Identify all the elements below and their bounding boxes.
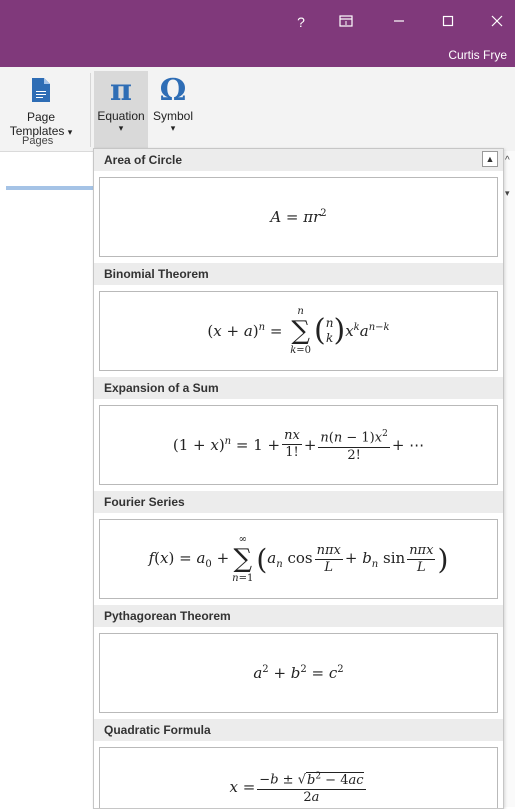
gallery-scroll-up-button[interactable]: ▲ (482, 151, 498, 167)
equation-fourier-series[interactable]: f(x) = a0 + ∞ ∑ n=1 ( an cos nπx L + bn sin… (99, 519, 498, 599)
ribbon-display-options-icon[interactable] (335, 12, 357, 32)
equation-binomial-theorem[interactable]: (x + a)n = n ∑ k=0 (n k) xkan−k (99, 291, 498, 371)
page-templates-icon (32, 78, 50, 102)
category-header: Expansion of a Sum (94, 377, 503, 399)
minimize-icon[interactable] (388, 12, 410, 32)
equation-gallery: Area of Circle A = πr2 Binomial Theorem … (93, 148, 504, 809)
category-header: Quadratic Formula (94, 719, 503, 741)
equation-area-of-circle[interactable]: A = πr2 (99, 177, 498, 257)
collapse-ribbon-icon[interactable]: ^ (505, 155, 510, 166)
page-tab-indicator (6, 186, 94, 190)
category-header: Pythagorean Theorem (94, 605, 503, 627)
group-divider (90, 73, 91, 147)
ribbon: Page Templates ▾ Pages π Equation ▾ Ω Sy… (0, 67, 515, 152)
page-templates-label: Page (26, 110, 56, 124)
equation-expansion-of-a-sum[interactable]: (1 + x)n = 1 + nx 1! + n(n − 1)x2 2! + ⋯ (99, 405, 498, 485)
pi-icon: π (110, 73, 132, 108)
category-header: Fourier Series (94, 491, 503, 513)
equation-button[interactable]: π Equation ▾ (94, 71, 148, 149)
category-header: Area of Circle (94, 149, 503, 171)
category-header: Binomial Theorem (94, 263, 503, 285)
page-templates-button[interactable]: Page Templates ▾ (8, 71, 74, 139)
title-bar: ? Curtis Frye (0, 0, 515, 67)
chevron-down-icon: ▾ (118, 123, 124, 133)
chevron-down-icon: ▾ (67, 127, 73, 137)
maximize-icon[interactable] (437, 12, 459, 32)
help-icon[interactable]: ? (290, 12, 312, 32)
equation-quadratic-formula[interactable]: x = −b ± √b2 − 4ac 2a (99, 747, 498, 808)
symbol-button[interactable]: Ω Symbol ▾ (150, 71, 196, 134)
user-name[interactable]: Curtis Frye (448, 48, 507, 62)
symbol-label: Symbol (152, 109, 193, 123)
chevron-down-icon: ▾ (170, 123, 176, 133)
pages-group-label: Pages (22, 135, 54, 147)
close-icon[interactable] (486, 12, 508, 32)
chevron-down-icon[interactable]: ▾ (505, 188, 510, 199)
equation-pythagorean-theorem[interactable]: a2 + b2 = c2 (99, 633, 498, 713)
omega-icon: Ω (159, 73, 187, 108)
equation-label: Equation (97, 109, 145, 123)
